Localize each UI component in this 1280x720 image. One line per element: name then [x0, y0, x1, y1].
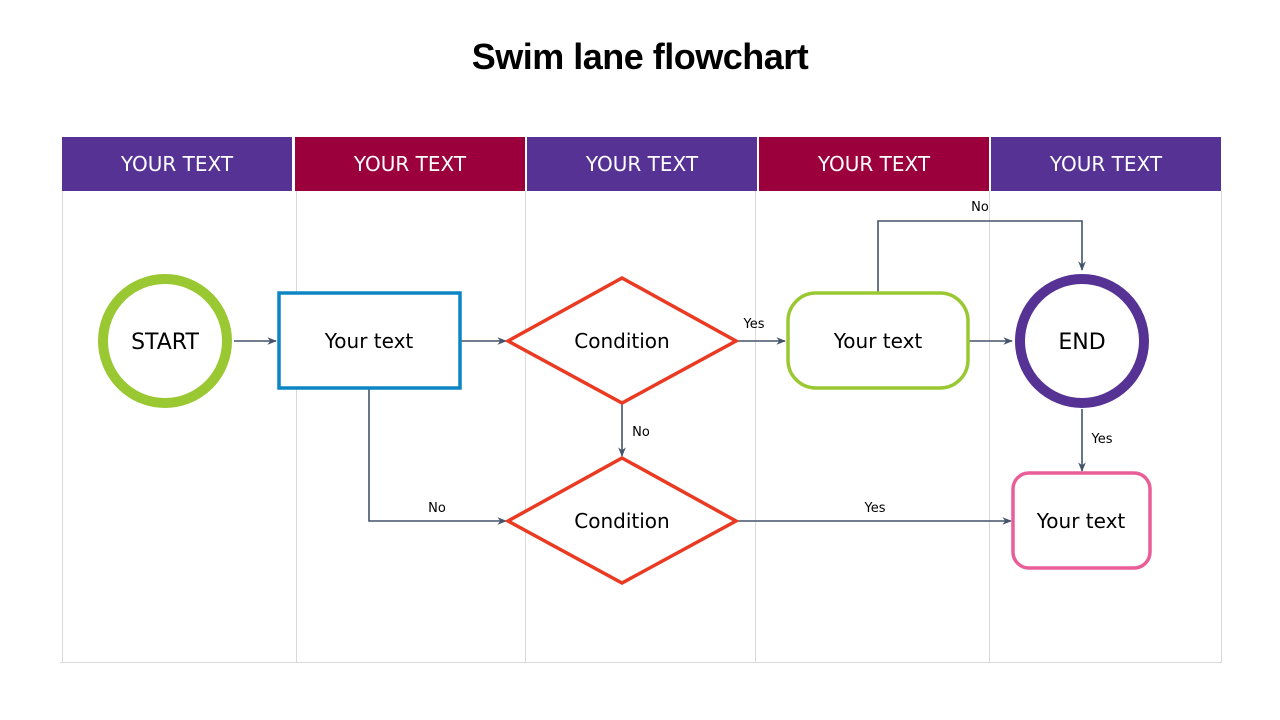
condition-label: Condition: [574, 329, 669, 353]
start-label: START: [131, 330, 199, 355]
flowchart-canvas: Yes No No No Yes Yes START Your text Con…: [60, 191, 1222, 663]
edge-label-yes: Yes: [1091, 432, 1113, 447]
edge-label-yes: Yes: [743, 317, 765, 332]
edge-label-no: No: [632, 425, 650, 440]
process-node-2: Your text: [786, 291, 970, 390]
start-node: START: [98, 274, 232, 408]
edge-label-no: No: [428, 501, 446, 516]
end-node: END: [1015, 274, 1149, 408]
process-label: Your text: [833, 329, 923, 353]
edge-label-no: No: [971, 200, 989, 215]
condition-node-2: Condition: [504, 456, 740, 585]
condition-label: Condition: [574, 509, 669, 533]
condition-node-1: Condition: [504, 276, 740, 405]
edge-process2-loop-to-end: [877, 220, 1086, 292]
end-label: END: [1058, 330, 1105, 355]
process-label: Your text: [1036, 509, 1126, 533]
process-node-1: Your text: [277, 291, 462, 390]
process-node-3: Your text: [1011, 471, 1152, 570]
edge-label-yes: Yes: [864, 501, 886, 516]
process-label: Your text: [324, 329, 414, 353]
